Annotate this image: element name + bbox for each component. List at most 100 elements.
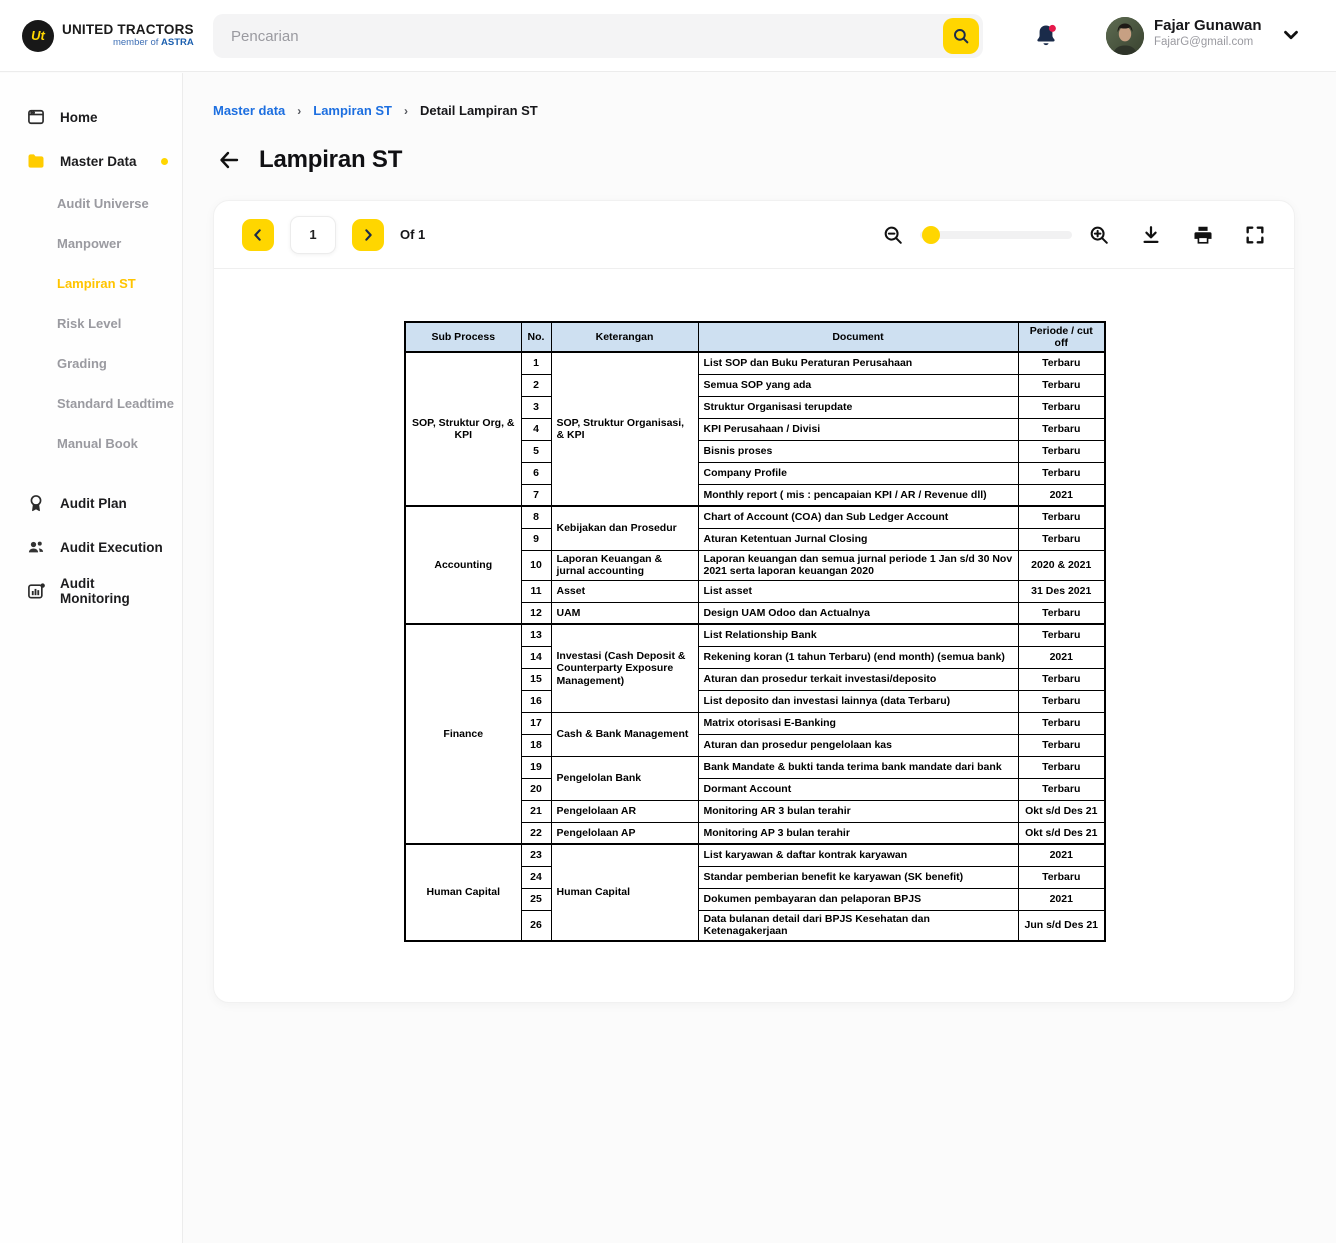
brand-member-of: member of ASTRA: [62, 38, 194, 48]
periode-cell: Terbaru: [1018, 462, 1105, 484]
document-cell: Design UAM Odoo dan Actualnya: [698, 602, 1018, 624]
sidebar: Home Master Data Audit Universe Manpower…: [0, 73, 183, 1243]
sub-process-cell: Finance: [405, 624, 521, 844]
sidebar-item-home[interactable]: Home: [0, 95, 182, 139]
periode-cell: Terbaru: [1018, 734, 1105, 756]
user-menu[interactable]: Fajar Gunawan FajarG@gmail.com: [1154, 17, 1274, 48]
people-icon: [26, 537, 46, 557]
notifications-button[interactable]: [1032, 22, 1060, 50]
keterangan-cell: Asset: [551, 580, 698, 602]
search-bar: [213, 14, 983, 58]
sidebar-item-audit-plan[interactable]: Audit Plan: [0, 481, 182, 525]
row-number-cell: 22: [521, 822, 551, 844]
document-cell: Standar pemberian benefit ke karyawan (S…: [698, 866, 1018, 888]
main-content: Master data › Lampiran ST › Detail Lampi…: [184, 73, 1336, 1243]
row-number-cell: 3: [521, 396, 551, 418]
periode-cell: Terbaru: [1018, 712, 1105, 734]
fullscreen-icon[interactable]: [1244, 224, 1266, 246]
document-cell: Chart of Account (COA) dan Sub Ledger Ac…: [698, 506, 1018, 528]
search-input[interactable]: [213, 14, 983, 58]
notification-dot: [1049, 25, 1056, 32]
zoom-in-icon[interactable]: [1088, 224, 1110, 246]
sidebar-item-audit-execution[interactable]: Audit Execution: [0, 525, 182, 569]
next-page-button[interactable]: [352, 219, 384, 251]
zoom-slider[interactable]: [920, 231, 1072, 239]
periode-cell: 2021: [1018, 888, 1105, 910]
sidebar-item-grading[interactable]: Grading: [0, 343, 182, 383]
row-number-cell: 8: [521, 506, 551, 528]
document-cell: Bisnis proses: [698, 440, 1018, 462]
periode-cell: Terbaru: [1018, 624, 1105, 646]
row-number-cell: 10: [521, 550, 551, 580]
table-row: Human Capital23Human CapitalList karyawa…: [405, 844, 1105, 866]
sidebar-item-manual-book[interactable]: Manual Book: [0, 423, 182, 463]
sidebar-item-standard-leadtime[interactable]: Standard Leadtime: [0, 383, 182, 423]
document-cell: Monitoring AR 3 bulan terahir: [698, 800, 1018, 822]
row-number-cell: 26: [521, 910, 551, 941]
user-menu-chevron[interactable]: [1280, 24, 1302, 46]
breadcrumb-master-data[interactable]: Master data: [213, 103, 285, 118]
zoom-out-icon[interactable]: [882, 224, 904, 246]
download-icon[interactable]: [1140, 224, 1162, 246]
periode-cell: 2020 & 2021: [1018, 550, 1105, 580]
keterangan-cell: Cash & Bank Management: [551, 712, 698, 756]
table-row: Accounting8Kebijakan dan ProsedurChart o…: [405, 506, 1105, 528]
row-number-cell: 18: [521, 734, 551, 756]
keterangan-cell: Pengelolan Bank: [551, 756, 698, 800]
monitoring-chart-icon: [26, 581, 46, 601]
brand-name: UNITED TRACTORS: [62, 23, 194, 37]
periode-cell: Okt s/d Des 21: [1018, 822, 1105, 844]
keterangan-cell: Pengelolaan AR: [551, 800, 698, 822]
row-number-cell: 21: [521, 800, 551, 822]
periode-cell: Terbaru: [1018, 396, 1105, 418]
page-number-input[interactable]: [290, 216, 336, 254]
breadcrumb-lampiran-st[interactable]: Lampiran ST: [313, 103, 392, 118]
document-cell: Aturan dan prosedur pengelolaan kas: [698, 734, 1018, 756]
document-page: Sub Process No. Keterangan Document Peri…: [214, 321, 1294, 1055]
sidebar-item-lampiran-st[interactable]: Lampiran ST: [0, 263, 182, 303]
document-cell: Rekening koran (1 tahun Terbaru) (end mo…: [698, 646, 1018, 668]
search-button[interactable]: [943, 18, 979, 54]
document-cell: List karyawan & daftar kontrak karyawan: [698, 844, 1018, 866]
print-icon[interactable]: [1192, 224, 1214, 246]
user-email: FajarG@gmail.com: [1154, 36, 1274, 48]
chevron-right-icon: [360, 227, 376, 243]
row-number-cell: 25: [521, 888, 551, 910]
sidebar-item-audit-monitoring[interactable]: Audit Monitoring: [0, 569, 182, 613]
document-cell: List deposito dan investasi lainnya (dat…: [698, 690, 1018, 712]
document-cell: Aturan Ketentuan Jurnal Closing: [698, 528, 1018, 550]
sidebar-item-risk-level[interactable]: Risk Level: [0, 303, 182, 343]
brand-logo: Ut UNITED TRACTORS member of ASTRA: [0, 20, 213, 52]
document-cell: KPI Perusahaan / Divisi: [698, 418, 1018, 440]
zoom-slider-knob[interactable]: [922, 226, 940, 244]
document-cell: List asset: [698, 580, 1018, 602]
keterangan-cell: UAM: [551, 602, 698, 624]
breadcrumb-current: Detail Lampiran ST: [420, 103, 538, 118]
document-cell: Laporan keuangan dan semua jurnal period…: [698, 550, 1018, 580]
keterangan-cell: Laporan Keuangan & jurnal accounting: [551, 550, 698, 580]
periode-cell: Okt s/d Des 21: [1018, 800, 1105, 822]
sidebar-item-manpower[interactable]: Manpower: [0, 223, 182, 263]
row-number-cell: 5: [521, 440, 551, 462]
united-tractors-monogram-icon: Ut: [22, 20, 54, 52]
back-button[interactable]: [217, 148, 241, 172]
row-number-cell: 7: [521, 484, 551, 506]
row-number-cell: 24: [521, 866, 551, 888]
header-periode: Periode / cut off: [1018, 322, 1105, 352]
row-number-cell: 19: [521, 756, 551, 778]
periode-cell: 2021: [1018, 484, 1105, 506]
sidebar-item-master-data[interactable]: Master Data: [0, 139, 182, 183]
avatar[interactable]: [1106, 17, 1144, 55]
previous-page-button[interactable]: [242, 219, 274, 251]
document-cell: Dokumen pembayaran dan pelaporan BPJS: [698, 888, 1018, 910]
keterangan-cell: Human Capital: [551, 844, 698, 941]
table-body: SOP, Struktur Org, & KPI1SOP, Struktur O…: [405, 352, 1105, 941]
document-cell: Dormant Account: [698, 778, 1018, 800]
document-cell: List SOP dan Buku Peraturan Perusahaan: [698, 352, 1018, 374]
sidebar-item-label: Audit Execution: [60, 540, 163, 555]
row-number-cell: 15: [521, 668, 551, 690]
document-cell: List Relationship Bank: [698, 624, 1018, 646]
sidebar-item-audit-universe[interactable]: Audit Universe: [0, 183, 182, 223]
row-number-cell: 12: [521, 602, 551, 624]
row-number-cell: 1: [521, 352, 551, 374]
